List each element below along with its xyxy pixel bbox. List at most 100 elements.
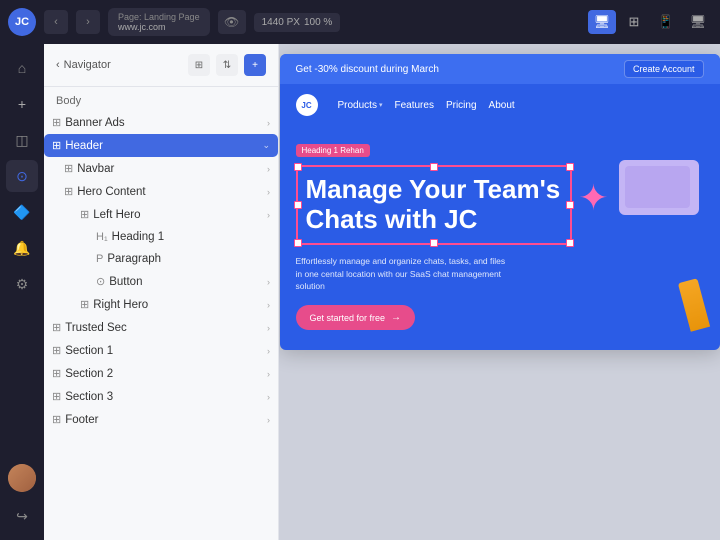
navigator-back-btn[interactable]: ‹ Navigator — [56, 59, 111, 71]
tree-label-button: Button — [109, 276, 263, 288]
tree-chevron-button: › — [267, 277, 270, 287]
tree-icon-right-hero: ⊞ — [80, 298, 89, 311]
nav-link-pricing[interactable]: Pricing — [446, 100, 477, 111]
back-button[interactable]: ‹ — [44, 10, 68, 34]
tree-label-navbar: Navbar — [77, 163, 263, 175]
resize-handle-tm[interactable] — [430, 163, 438, 171]
tree-icon-hero-content: ⊞ — [64, 185, 73, 198]
cta-label: Get started for free — [310, 313, 386, 323]
star-decoration: ✦ — [578, 180, 608, 216]
tree-chevron-left-hero: › — [267, 210, 270, 220]
nav-link-about[interactable]: About — [489, 100, 515, 111]
navigator-add-btn[interactable]: + — [244, 54, 266, 76]
tree-item-trusted-sec[interactable]: ⊞Trusted Sec› — [44, 316, 278, 339]
tree-chevron-banner-ads: › — [267, 118, 270, 128]
site-navbar: JC Products ▾ Features Pricing About — [280, 84, 720, 126]
resize-handle-mr[interactable] — [566, 201, 574, 209]
tree-item-left-hero[interactable]: ⊞ Left Hero › — [44, 203, 278, 226]
sidebar-bell-btn[interactable]: 🔔 — [6, 232, 38, 264]
tree-icon-section-2: ⊞ — [52, 367, 61, 380]
resize-handle-bl[interactable] — [294, 239, 302, 247]
tree-item-navbar[interactable]: ⊞Navbar› — [44, 157, 278, 180]
tree-item-hero-content[interactable]: ⊞Hero Content› — [44, 180, 278, 203]
preview-icon[interactable]: 👁 — [218, 10, 246, 34]
hero-left: Manage Your Team's Chats with JC Effortl… — [296, 165, 572, 330]
sidebar-add-btn[interactable]: + — [6, 88, 38, 120]
resize-handle-bm[interactable] — [430, 239, 438, 247]
nav-link-products[interactable]: Products ▾ — [338, 100, 383, 111]
navigator-panel: ‹ Navigator ⊞ ⇅ + Body ⊞Banner Ads›⊞Head… — [44, 44, 279, 540]
resolution-value: 1440 PX — [262, 17, 300, 28]
sidebar-icons: ⌂ + ◫ ⊙ 🔷 🔔 ⚙ ↪ — [0, 44, 44, 540]
hero-cta-button[interactable]: Get started for free → — [296, 305, 416, 330]
resize-handle-tr[interactable] — [566, 163, 574, 171]
website-preview: Get -30% discount during March Create Ac… — [280, 54, 720, 350]
page-label: Page: Landing Page — [118, 12, 200, 22]
hero-subtext: Effortlessly manage and organize chats, … — [296, 255, 506, 293]
resize-handle-ml[interactable] — [294, 201, 302, 209]
tree-label-banner-ads: Banner Ads — [65, 117, 263, 129]
main-area: ⌂ + ◫ ⊙ 🔷 🔔 ⚙ ↪ ‹ Navigator ⊞ ⇅ + Body ⊞… — [0, 44, 720, 540]
site-nav-links: Products ▾ Features Pricing About — [338, 100, 515, 111]
tree-item-paragraph[interactable]: PParagraph — [44, 248, 278, 270]
tree-label-section-1: Section 1 — [65, 345, 263, 357]
tree-label-right-hero: Right Hero — [93, 299, 263, 311]
sidebar-components-btn[interactable]: ⊙ — [6, 160, 38, 192]
promo-create-account-btn[interactable]: Create Account — [624, 60, 704, 78]
tree-item-banner-ads[interactable]: ⊞Banner Ads› — [44, 111, 278, 134]
tree-chevron-section-3: › — [267, 392, 270, 402]
tree-icon-section-1: ⊞ — [52, 344, 61, 357]
illustration-card — [619, 160, 699, 215]
tree-chevron-right-hero: › — [267, 300, 270, 310]
tree-item-section-2[interactable]: ⊞Section 2› — [44, 362, 278, 385]
top-bar: JC ‹ › Page: Landing Page www.jc.com 👁 1… — [0, 0, 720, 44]
device-tv-btn[interactable]: 🖥 — [684, 10, 712, 34]
tree-item-footer[interactable]: ⊞Footer› — [44, 408, 278, 431]
navigator-icons: ⊞ ⇅ + — [188, 54, 266, 76]
app-logo: JC — [8, 8, 36, 36]
promo-bar: Get -30% discount during March Create Ac… — [280, 54, 720, 84]
hero-heading-box[interactable]: Manage Your Team's Chats with JC — [296, 165, 572, 245]
site-hero: Heading 1 Rehan Manage Your Team' — [280, 126, 720, 350]
forward-button[interactable]: › — [76, 10, 100, 34]
tree-chevron-navbar: › — [267, 164, 270, 174]
tree-label-left-hero: Left Hero — [93, 209, 263, 221]
device-mobile-btn[interactable]: 📱 — [652, 10, 680, 34]
hero-right: ✦ — [584, 165, 704, 330]
resolution-display: 1440 PX 100 % — [254, 13, 341, 32]
device-tablet-btn[interactable]: ⊞ — [620, 10, 648, 34]
tree-icon-trusted-sec: ⊞ — [52, 321, 61, 334]
sidebar-layers-btn[interactable]: ◫ — [6, 124, 38, 156]
sidebar-exit-btn[interactable]: ↪ — [6, 500, 38, 532]
tree-item-right-hero[interactable]: ⊞ Right Hero › — [44, 293, 278, 316]
tree-item-header[interactable]: ⊞Header⌄ — [44, 134, 278, 157]
sidebar-settings-btn[interactable]: ⚙ — [6, 268, 38, 300]
tree-item-heading-1[interactable]: H₁Heading 1 — [44, 226, 278, 248]
tree-label-hero-content: Hero Content — [77, 186, 263, 198]
tree-chevron-footer: › — [267, 415, 270, 425]
navigator-header: ‹ Navigator ⊞ ⇅ + — [44, 44, 278, 87]
back-chevron-icon: ‹ — [56, 59, 60, 71]
avatar[interactable] — [8, 464, 36, 492]
tree-item-button[interactable]: ⊙ Button › — [44, 270, 278, 293]
device-desktop-btn[interactable]: 🖥 — [588, 10, 616, 34]
tree-label-paragraph: Paragraph — [107, 253, 270, 265]
tree-chevron-section-1: › — [267, 346, 270, 356]
tree-icon-heading-1: H₁ — [96, 231, 108, 243]
tree-container: ⊞ Banner Ads › ⊞Header⌄ ⊞ Navbar › ⊞ Hero Conten… — [44, 111, 278, 431]
tree-label-trusted-sec: Trusted Sec — [65, 322, 263, 334]
canvas-area[interactable]: Get -30% discount during March Create Ac… — [279, 44, 720, 540]
resize-handle-br[interactable] — [566, 239, 574, 247]
tree-icon-button: ⊙ — [96, 275, 105, 288]
tree-item-section-3[interactable]: ⊞Section 3› — [44, 385, 278, 408]
tree-item-section-1[interactable]: ⊞ Section 1 › — [44, 339, 278, 362]
nav-link-features[interactable]: Features — [394, 100, 433, 111]
sidebar-home-btn[interactable]: ⌂ — [6, 52, 38, 84]
tree-icon-left-hero: ⊞ — [80, 208, 89, 221]
tree-label-section-2: Section 2 — [65, 368, 263, 380]
resize-handle-tl[interactable] — [294, 163, 302, 171]
tree-icon-footer: ⊞ — [52, 413, 61, 426]
navigator-sort-btn[interactable]: ⇅ — [216, 54, 238, 76]
sidebar-assets-btn[interactable]: 🔷 — [6, 196, 38, 228]
navigator-grid-btn[interactable]: ⊞ — [188, 54, 210, 76]
